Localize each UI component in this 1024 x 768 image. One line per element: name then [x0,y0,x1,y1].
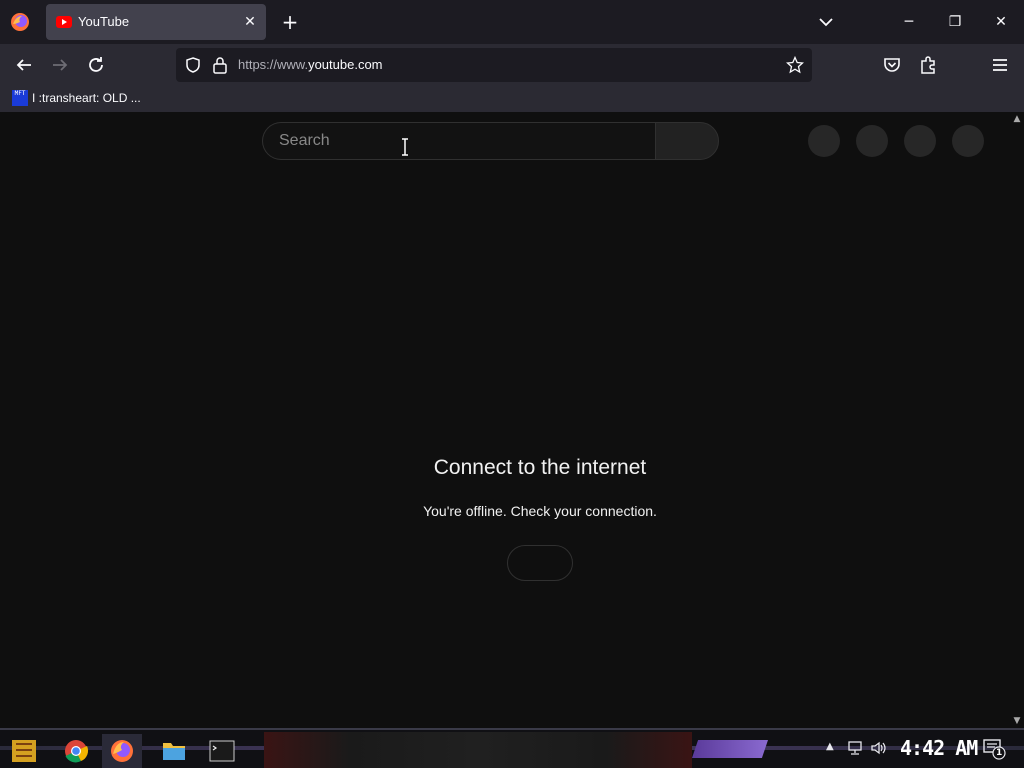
pocket-icon[interactable] [880,53,904,77]
network-icon[interactable] [846,740,864,756]
retry-button[interactable] [507,545,573,581]
back-icon[interactable] [12,53,36,77]
header-button-placeholder[interactable] [808,125,840,157]
lock-icon[interactable] [212,56,228,74]
notification-count-badge: 1 [996,748,1003,758]
action-center-icon[interactable] [982,738,1008,760]
search-input[interactable]: Search [262,122,656,160]
header-button-placeholder[interactable] [856,125,888,157]
browser-window: YouTube ✕ + ─ ❐ ✕ https://www.youtube.co… [0,0,1024,728]
taskbar-artwork [264,732,692,768]
shield-icon[interactable] [184,56,202,74]
avatar[interactable] [952,125,984,157]
url-text[interactable]: https://www.youtube.com [238,57,383,72]
tab-title: YouTube [78,14,130,29]
firefox-taskbar-icon[interactable] [102,734,142,768]
navigation-toolbar: https://www.youtube.com [0,44,1024,86]
menu-icon[interactable] [988,53,1012,77]
bookmark-favicon: MFT [12,90,28,106]
close-window-button[interactable]: ✕ [978,0,1024,44]
star-icon[interactable] [786,56,804,74]
file-explorer-icon[interactable] [154,734,194,768]
minimize-button[interactable]: ─ [886,0,932,44]
url-bar[interactable]: https://www.youtube.com [176,48,812,82]
header-button-placeholder[interactable] [904,125,936,157]
text-cursor-icon [402,138,408,156]
taskbar: ▲ 4:42 AM 1 [0,728,1024,768]
start-icon[interactable] [4,734,44,768]
tab-youtube[interactable]: YouTube ✕ [46,4,266,40]
bookmarks-toolbar: MFT I :transheart: OLD ... [0,86,1024,112]
offline-message: You're offline. Check your connection. [423,503,657,519]
scroll-down-icon[interactable]: ▼ [1012,716,1022,726]
chrome-icon[interactable] [56,734,96,768]
youtube-page: Search Connect to the internet You're of… [0,112,1010,728]
extensions-icon[interactable] [916,53,940,77]
terminal-icon[interactable] [202,734,242,768]
restore-button[interactable]: ❐ [932,0,978,44]
youtube-favicon [56,16,72,28]
new-tab-button[interactable]: + [278,10,302,34]
tray-overflow-icon[interactable]: ▲ [826,741,834,752]
taskbar-accent [692,740,768,758]
forward-icon[interactable] [48,53,72,77]
reload-icon[interactable] [84,53,108,77]
bookmark-item[interactable]: I :transheart: OLD ... [32,91,141,105]
page-scrollbar[interactable]: ▲ ▼ [1010,112,1024,728]
list-all-tabs-icon[interactable] [814,10,838,34]
search-placeholder: Search [279,132,330,149]
scroll-up-icon[interactable]: ▲ [1012,114,1022,124]
firefox-icon[interactable] [10,12,30,32]
tab-close-button[interactable]: ✕ [240,12,260,32]
clock[interactable]: 4:42 AM [900,736,978,760]
search-button[interactable] [655,122,719,160]
volume-icon[interactable] [870,740,888,756]
tab-strip: YouTube ✕ + ─ ❐ ✕ [0,0,1024,44]
offline-title: Connect to the internet [433,456,647,479]
